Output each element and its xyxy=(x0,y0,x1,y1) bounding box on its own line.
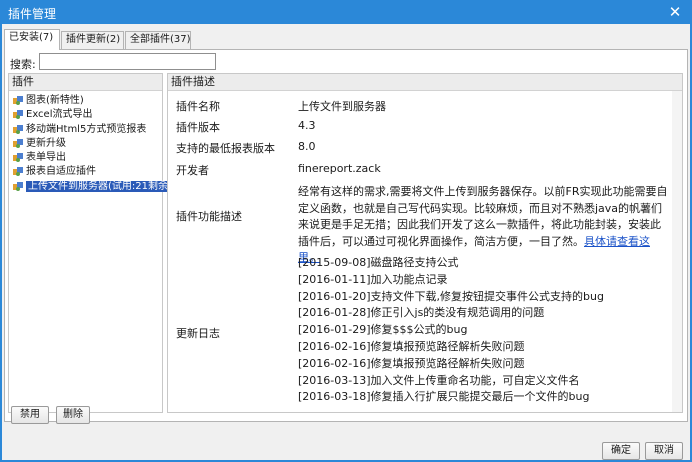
plugin-item-label: 表单导出 xyxy=(26,152,66,164)
changelog-entry: [2016-01-29]修复$$$公式的bug xyxy=(298,323,468,337)
puzzle-icon xyxy=(13,138,23,148)
changelog-entry: [2015-09-08]磁盘路径支持公式 xyxy=(298,256,459,269)
plugin-item-label: 更新升级 xyxy=(26,137,66,149)
changelog-entry: [2016-01-28]修正引入js的类没有规范调用的问题 xyxy=(298,306,545,320)
function-description-label: 插件功能描述 xyxy=(176,210,242,223)
window-title: 插件管理 xyxy=(8,7,57,21)
plugin-list-pane: 插件 图表(新特性) Excel流式导出 移动端Html5方式预览报表 更新升级… xyxy=(8,73,174,413)
changelog-entry: [2016-03-13]加入文件上传重命名功能，可自定义文件名 xyxy=(298,373,580,387)
tab-all-plugins[interactable]: 全部插件(37) xyxy=(125,31,191,49)
client-area: 已安装(7) 插件更新(2) 全部插件(37) 搜索: 插件 图表(新特性) E… xyxy=(2,24,690,460)
row-min-version: 支持的最低报表版本 8.0 xyxy=(168,140,682,160)
developer-value: finereport.zack xyxy=(298,162,381,175)
plugin-version-label: 插件版本 xyxy=(176,121,220,134)
plugin-description-pane: 插件描述 插件名称 上传文件到服务器 插件版本 4.3 支持的最低报表版本 8.… xyxy=(167,73,683,413)
min-version-label: 支持的最低报表版本 xyxy=(176,142,275,155)
ok-button[interactable]: 确定 xyxy=(602,442,640,460)
search-input[interactable] xyxy=(39,53,216,70)
changelog-label: 更新日志 xyxy=(176,327,220,340)
developer-label: 开发者 xyxy=(176,164,209,177)
plugin-item-label: 移动端Html5方式预览报表 xyxy=(26,123,147,135)
changelog-entry: [2016-01-11]加入功能点记录 xyxy=(298,272,448,286)
delete-button[interactable]: 删除 xyxy=(56,406,90,424)
search-label: 搜索: xyxy=(10,58,36,71)
tab-updates[interactable]: 插件更新(2) xyxy=(61,31,124,49)
plugin-item[interactable]: Excel流式导出 xyxy=(11,108,162,122)
row-developer: 开发者 finereport.zack xyxy=(168,162,682,182)
puzzle-icon xyxy=(13,181,23,191)
min-version-value: 8.0 xyxy=(298,140,316,153)
plugin-version-value: 4.3 xyxy=(298,119,316,132)
plugin-item[interactable]: 图表(新特性) xyxy=(11,94,162,108)
plugin-item-label: Excel流式导出 xyxy=(26,109,93,121)
plugin-name-label: 插件名称 xyxy=(176,100,220,113)
changelog-entry: [2016-01-20]支持文件下载,修复按钮提交事件公式支持的bug xyxy=(298,289,604,303)
changelog-entry: [2016-03-18]修复插入行扩展只能提交最后一个文件的bug xyxy=(298,390,590,404)
puzzle-icon xyxy=(13,96,23,105)
plugin-list-header: 插件 xyxy=(9,74,162,91)
puzzle-icon xyxy=(13,110,23,120)
close-icon[interactable]: ✕ xyxy=(664,2,686,22)
plugin-manager-window: 插件管理 ✕ 已安装(7) 插件更新(2) 全部插件(37) 搜索: 插件 图表… xyxy=(0,0,692,462)
plugin-item-label: 上传文件到服务器(试用:21剩余) xyxy=(26,180,174,192)
changelog-entry: [2016-02-16]修复填报预览路径解析失败问题 xyxy=(298,339,525,353)
plugin-item[interactable]: 报表自适应插件 xyxy=(11,165,162,179)
changelog-entry: [2016-02-16]修复填报预览路径解析失败问题 xyxy=(298,356,525,370)
description-header: 插件描述 xyxy=(168,74,682,91)
plugin-item[interactable]: 更新升级 xyxy=(11,137,162,151)
puzzle-icon xyxy=(13,153,23,163)
plugin-item-label: 报表自适应插件 xyxy=(26,166,96,178)
title-bar: 插件管理 ✕ xyxy=(0,0,692,24)
tab-installed[interactable]: 已安装(7) xyxy=(4,29,60,50)
cancel-button[interactable]: 取消 xyxy=(645,442,683,460)
plugin-item[interactable]: 移动端Html5方式预览报表 xyxy=(11,123,162,137)
row-changelog: 更新日志 [2015-09-08]磁盘路径支持公式 [2016-01-11]加入… xyxy=(168,255,682,407)
disable-button[interactable]: 禁用 xyxy=(11,406,49,424)
plugin-list: 图表(新特性) Excel流式导出 移动端Html5方式预览报表 更新升级 表单… xyxy=(11,94,174,194)
plugin-item[interactable]: 表单导出 xyxy=(11,151,162,165)
plugin-item-selected[interactable]: 上传文件到服务器(试用:21剩余) xyxy=(11,180,174,194)
puzzle-icon xyxy=(13,167,23,177)
tab-panel: 搜索: 插件 图表(新特性) Excel流式导出 移动端Html5方式预览报表 … xyxy=(4,49,688,422)
row-function-description: 插件功能描述 经常有这样的需求,需要将文件上传到服务器保存。以前FR实现此功能需… xyxy=(168,184,682,264)
row-plugin-version: 插件版本 4.3 xyxy=(168,119,682,139)
plugin-item-label: 图表(新特性) xyxy=(26,95,84,106)
puzzle-icon xyxy=(13,124,23,134)
changelog-list: [2015-09-08]磁盘路径支持公式 [2016-01-11]加入功能点记录… xyxy=(298,255,670,406)
plugin-name-value: 上传文件到服务器 xyxy=(298,100,386,113)
row-plugin-name: 插件名称 上传文件到服务器 xyxy=(168,98,682,118)
